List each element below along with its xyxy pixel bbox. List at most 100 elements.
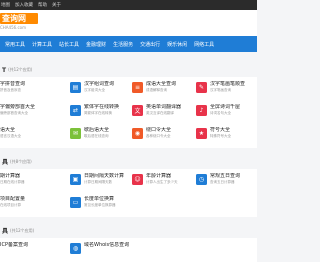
topbar-link-map[interactable]: 地图 [1, 2, 10, 8]
tool-item[interactable]: ◉ 绕口令大全 各种绕口令大全 [132, 127, 196, 145]
tool-description: 成语解释查询 [146, 88, 167, 92]
tool-name[interactable]: 字偏旁部首大全 [0, 104, 35, 111]
topbar-link-about[interactable]: 关于 [52, 2, 61, 8]
tool-name[interactable]: 长度单位换算 [84, 196, 116, 203]
scroll-icon: ≡ [132, 82, 143, 93]
tool-text: 日期间隔天数计算 计算日期间隔天数 [84, 173, 124, 185]
tool-name[interactable]: 成语大全查询 [146, 81, 176, 88]
tool-name[interactable]: 日期间隔天数计算 [84, 173, 124, 180]
tool-name[interactable]: 常规五日查询 [210, 173, 240, 180]
nav-network-tools[interactable]: 网络工具 [194, 41, 214, 48]
tool-item[interactable]: ▣期计算器日期在线计算器 [0, 173, 70, 191]
chat-icon: ✉ [70, 128, 81, 139]
section-title: T [2, 67, 7, 74]
tool-item[interactable]: ◍ 域名Whois信息查询 [70, 242, 132, 260]
topbar-link-help[interactable]: 帮助 [38, 2, 47, 8]
tool-description: 常见长度单位换算器 [84, 203, 116, 207]
tool-name[interactable]: 全屏诗词千屋 [210, 104, 240, 111]
tool-item[interactable]: ⇄ 繁体字在线转换 简繁体字在线转换 [70, 104, 132, 122]
section-header: 具 (共12个应用) [0, 225, 257, 235]
tool-name[interactable]: 项目配置量 [0, 196, 25, 203]
tool-item[interactable]: ◈ICP备案查询 [0, 242, 70, 260]
tool-item[interactable]: ★ 符号大全 特殊符号大全 [196, 127, 257, 145]
tool-description: 查询五日计算器 [210, 180, 235, 184]
tool-text: 成语大全查询 成语解释查询 [146, 81, 176, 93]
nav-entertainment[interactable]: 娱乐休闲 [167, 41, 187, 48]
site-logo[interactable]: 查询网 CHA456.com [0, 13, 40, 31]
tool-item[interactable]: ▦字偏旁部首大全偏旁部首查询大全 [0, 104, 70, 122]
nav-webmaster-tools[interactable]: 站长工具 [59, 41, 79, 48]
tool-name[interactable]: 汉字笔画笔顺查 [210, 81, 245, 88]
tool-item[interactable]: ◷ 常规五日查询 查询五日计算器 [196, 173, 257, 191]
tool-description: 简繁体字在线转换 [84, 111, 112, 115]
nav-calc-tools[interactable]: 计算工具 [32, 41, 52, 48]
tool-text: 全屏诗词千屋 诗词名句大全 [210, 104, 240, 116]
logo-text: 查询网 [0, 13, 38, 24]
tool-name[interactable]: 年龄计算器 [146, 173, 178, 180]
tool-name[interactable]: ICP备案查询 [0, 242, 28, 249]
tool-text: 常规五日查询 查询五日计算器 [210, 173, 240, 185]
tool-description: 诗词名句大全 [210, 111, 231, 115]
tool-item[interactable]: ≡ 成语大全查询 成语解释查询 [132, 81, 196, 99]
nav-finance[interactable]: 金融理财 [86, 41, 106, 48]
tool-description: 各种绕口令大全 [146, 134, 171, 138]
tool-text: 项目配置量 在线项目计算 [0, 196, 25, 208]
tool-name[interactable]: 符号大全 [210, 127, 231, 134]
top-bar: 地图 加入收藏 帮助 关于 [0, 0, 257, 10]
tool-item[interactable]: ✎ 汉字笔画笔顺查 汉字笔画查询 [196, 81, 257, 99]
tool-text: 汉字笔画笔顺查 汉字笔画查询 [210, 81, 245, 93]
section-header: 具 (共8个应用) [0, 156, 257, 166]
tool-text: 歇后语大全 歇后语在线查询 [84, 127, 109, 139]
tool-name[interactable]: 汉字组词查询 [84, 81, 114, 88]
section-title: 具 [2, 228, 9, 235]
tool-description: 英汉互译在线翻译 [146, 111, 174, 115]
translate-icon: 文 [132, 105, 143, 116]
globe-icon: ◍ [70, 243, 81, 254]
tool-card: ▣期计算器日期在线计算器▣日期间隔天数计算计算日期间隔天数☺年龄计算器计算人出生… [0, 169, 257, 217]
tool-card: ◈ICP备案查询◍域名Whois信息查询 [0, 238, 257, 262]
tool-item[interactable]: ▣ 日期间隔天数计算 计算日期间隔天数 [70, 173, 132, 191]
tool-item[interactable]: ✉ 歇后语大全 歇后语在线查询 [70, 127, 132, 145]
clock-icon: ◷ [196, 174, 207, 185]
tool-item[interactable]: ☰项目配置量在线项目计算 [0, 196, 70, 214]
nav-travel[interactable]: 交通出行 [140, 41, 160, 48]
tool-item[interactable]: 文英语单词翻译器 英汉互译在线翻译 [132, 104, 196, 122]
person-icon: ☺ [132, 174, 143, 185]
tool-name[interactable]: 英语单词翻译器 [146, 104, 181, 111]
tool-description: 日期在线计算器 [0, 180, 25, 184]
tool-text: 长度单位换算 常见长度单位换算器 [84, 196, 116, 208]
tool-text: 字拼音查询 拼音及音序查 [0, 81, 25, 93]
swap-icon: ⇄ [70, 105, 81, 116]
tool-text: 字偏旁部首大全 偏旁部首查询大全 [0, 104, 35, 116]
tool-item[interactable]: ♪ 全屏诗词千屋 诗词名句大全 [196, 104, 257, 122]
tool-item[interactable]: ❝语大全语言汉语大全 [0, 127, 70, 145]
tool-item[interactable]: ▭ 长度单位换算 常见长度单位换算器 [70, 196, 132, 214]
tool-text: 语大全 语言汉语大全 [0, 127, 21, 139]
tool-name[interactable]: 语大全 [0, 127, 21, 134]
tool-description: 汉字组词大全 [84, 88, 105, 92]
main-nav: 常用工具 计算工具 站长工具 金融理财 生活服务 交通出行 娱乐休闲 网络工具 [0, 36, 257, 52]
tool-text: 期计算器 日期在线计算器 [0, 173, 25, 185]
nav-life-services[interactable]: 生活服务 [113, 41, 133, 48]
section-count: (共12个应用) [10, 228, 35, 233]
tool-description: 计算日期间隔天数 [84, 180, 112, 184]
pen-icon: ✎ [196, 82, 207, 93]
tool-name[interactable]: 繁体字在线转换 [84, 104, 119, 111]
tool-name[interactable]: 域名Whois信息查询 [84, 242, 129, 249]
tool-name[interactable]: 歇后语大全 [84, 127, 109, 134]
tool-item[interactable]: ▤ 汉字组词查询 汉字组词大全 [70, 81, 132, 99]
section-title: 具 [2, 159, 9, 166]
topbar-link-favorite[interactable]: 加入收藏 [15, 2, 33, 8]
tool-name[interactable]: 字拼音查询 [0, 81, 25, 88]
tool-name[interactable]: 绕口令大全 [146, 127, 171, 134]
tool-description: 计算人出生了多少天 [146, 180, 178, 184]
book-icon: ▤ [70, 82, 81, 93]
tool-text: 繁体字在线转换 简繁体字在线转换 [84, 104, 119, 116]
tool-name[interactable]: 期计算器 [0, 173, 25, 180]
tool-card: ⌕字拼音查询拼音及音序查▤汉字组词查询汉字组词大全≡成语大全查询成语解释查询✎汉… [0, 77, 257, 148]
ruler-icon: ▭ [70, 197, 81, 208]
tool-item[interactable]: ☺ 年龄计算器 计算人出生了多少天 [132, 173, 196, 191]
nav-common-tools[interactable]: 常用工具 [5, 41, 25, 48]
tool-item[interactable]: ⌕字拼音查询拼音及音序查 [0, 81, 70, 99]
section-header: T (共12个应用) [0, 64, 257, 74]
